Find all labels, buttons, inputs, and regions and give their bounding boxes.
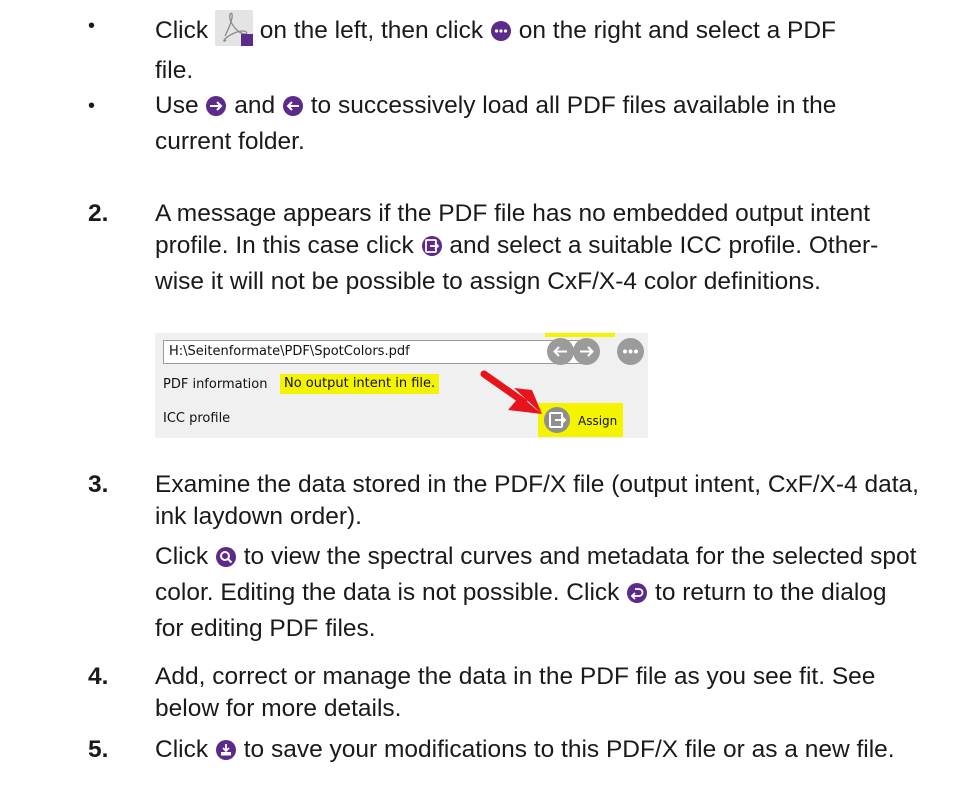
- assign-label: Assign: [578, 414, 618, 428]
- bullet-marker: •: [88, 15, 96, 37]
- forward-arrow-icon: [580, 346, 594, 357]
- step-text: wise it will not be possible to assign C…: [155, 268, 821, 295]
- step-number: 3.: [88, 471, 109, 498]
- step-text: to save your modifications to this PDF/X…: [243, 736, 895, 763]
- step-text: for editing PDF files.: [155, 615, 376, 642]
- assign-button[interactable]: Assign: [538, 403, 623, 437]
- pdf-file-icon: [214, 10, 253, 55]
- step-number: 2.: [88, 200, 109, 227]
- back-arrow-icon: [553, 346, 567, 357]
- step-text: to return to the dialog: [655, 579, 887, 606]
- more-icon: [490, 19, 512, 51]
- pdf-information-value: No output intent in file.: [280, 374, 440, 394]
- bullet-1: Click on the left, then click on the rig…: [155, 10, 975, 87]
- save-icon: [215, 738, 237, 770]
- step-text: ink laydown order).: [155, 503, 362, 530]
- icc-profile-label: ICC profile: [163, 411, 231, 426]
- bullet-text: Click: [155, 17, 209, 44]
- step-text: and select a suitable ICC profile. Other…: [449, 232, 879, 259]
- highlight-top: [545, 333, 615, 337]
- bullet-text: current folder.: [155, 128, 305, 155]
- assign-profile-icon: [421, 234, 443, 266]
- bullet-marker: •: [88, 95, 96, 117]
- step-number: 4.: [88, 663, 109, 690]
- step-number: 5.: [88, 736, 109, 763]
- bullet-text: file.: [155, 57, 194, 84]
- next-arrow-icon: [205, 94, 227, 126]
- red-arrow-icon: [480, 370, 542, 414]
- bullet-text: to successively load all PDF files avail…: [310, 92, 837, 119]
- step-text: profile. In this case click: [155, 232, 414, 259]
- previous-arrow-icon: [282, 94, 304, 126]
- magnifier-icon: [215, 545, 237, 577]
- bullet-2: Use and to successively load all PDF fil…: [155, 90, 975, 158]
- step-2: A message appears if the PDF file has no…: [155, 198, 975, 298]
- pdf-information-label: PDF information: [163, 377, 268, 392]
- file-path-field[interactable]: H:\Seitenformate\PDF\SpotColors.pdf: [163, 340, 583, 364]
- next-file-button[interactable]: [573, 338, 600, 365]
- browse-file-button[interactable]: [617, 338, 644, 365]
- step-5: Click to save your modifications to this…: [155, 734, 975, 770]
- bullet-text: Use: [155, 92, 199, 119]
- previous-file-button[interactable]: [547, 338, 574, 365]
- step-text: A message appears if the PDF file has no…: [155, 200, 871, 227]
- return-icon: [626, 581, 648, 613]
- step-text: below for more details.: [155, 695, 402, 722]
- bullet-text: and: [234, 92, 276, 119]
- step-text: to view the spectral curves and metadata…: [243, 543, 917, 570]
- step-text: color. Editing the data is not possible.…: [155, 579, 620, 606]
- step-3-detail: Click to view the spectral curves and me…: [155, 541, 975, 645]
- step-4: Add, correct or manage the data in the P…: [155, 661, 975, 725]
- dialog-screenshot: H:\Seitenformate\PDF\SpotColors.pdf PDF …: [155, 333, 648, 438]
- step-text: Examine the data stored in the PDF/X fil…: [155, 471, 919, 498]
- step-text: Click: [155, 543, 209, 570]
- step-3: Examine the data stored in the PDF/X fil…: [155, 469, 975, 533]
- step-text: Click: [155, 736, 209, 763]
- bullet-text: on the right and select a PDF: [518, 17, 837, 44]
- bullet-text: on the left, then click: [259, 17, 484, 44]
- more-icon: [623, 349, 638, 354]
- step-text: Add, correct or manage the data in the P…: [155, 663, 876, 690]
